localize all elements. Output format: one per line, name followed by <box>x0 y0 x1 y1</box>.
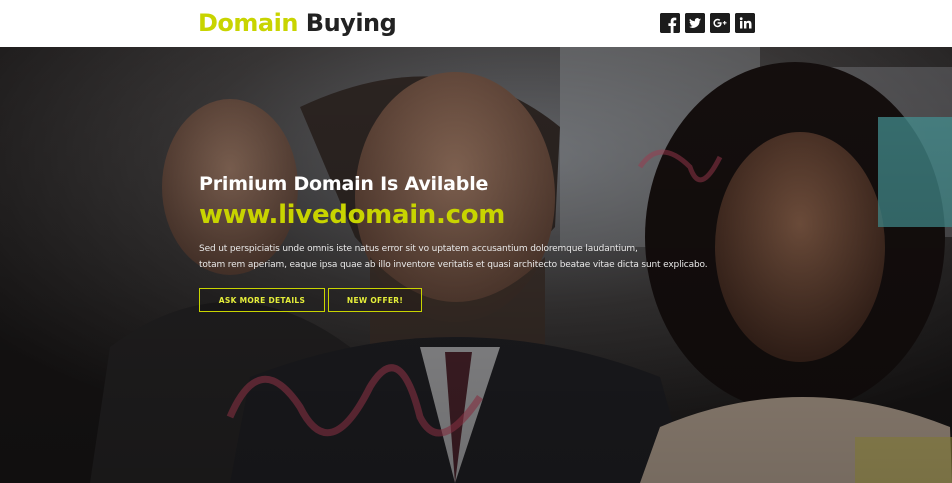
hero-description-line: Sed ut perspiciatis unde omnis iste natu… <box>199 244 638 254</box>
hero-content: Primium Domain Is Avilable www.livedomai… <box>199 172 729 312</box>
facebook-icon[interactable] <box>660 13 680 33</box>
logo-word-domain: Domain <box>198 9 298 37</box>
hero-headline: Primium Domain Is Avilable <box>199 173 489 195</box>
ask-more-details-button[interactable]: ASK MORE DETAILS <box>199 288 325 312</box>
logo-word-buying: Buying <box>305 9 397 37</box>
hero-section: Primium Domain Is Avilable www.livedomai… <box>0 47 952 483</box>
hero-domain-name: www.livedomain.com <box>199 200 506 230</box>
top-navbar: Domain Buying <box>0 0 952 47</box>
social-links <box>660 13 755 33</box>
linkedin-icon[interactable] <box>735 13 755 33</box>
new-offer-button[interactable]: NEW OFFER! <box>328 288 422 312</box>
google-plus-icon[interactable] <box>710 13 730 33</box>
hero-description-line: totam rem aperiam, eaque ipsa quae ab il… <box>199 260 708 270</box>
hero-buttons: ASK MORE DETAILS NEW OFFER! <box>199 288 729 312</box>
twitter-icon[interactable] <box>685 13 705 33</box>
site-logo[interactable]: Domain Buying <box>198 6 397 40</box>
hero-description: Sed ut perspiciatis unde omnis iste natu… <box>199 241 729 273</box>
